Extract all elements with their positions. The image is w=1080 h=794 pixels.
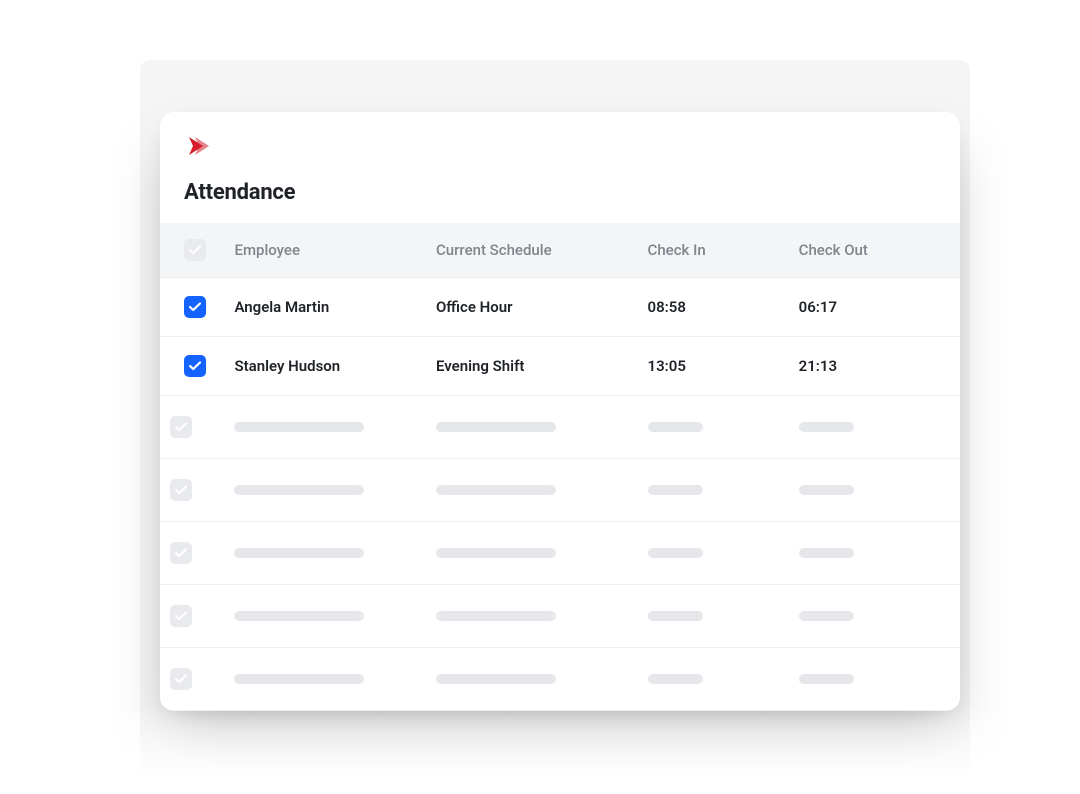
cell-check-in: 08:58	[648, 298, 686, 316]
row-checkbox[interactable]	[170, 416, 192, 438]
check-icon	[175, 611, 187, 621]
col-schedule: Current Schedule	[426, 223, 638, 278]
cell-check-out: 06:17	[799, 298, 837, 316]
skeleton-schedule	[436, 485, 556, 495]
cell-employee: Stanley Hudson	[234, 357, 340, 375]
cell-employee: Angela Martin	[234, 298, 329, 316]
brand-logo	[186, 134, 960, 162]
cell-check-out: 21:13	[799, 357, 837, 375]
table-row-placeholder	[160, 459, 960, 522]
skeleton-schedule	[436, 548, 556, 558]
cell-schedule: Evening Shift	[436, 357, 524, 375]
skeleton-check-in	[648, 422, 703, 432]
col-check-out: Check Out	[789, 223, 960, 278]
col-check-in: Check In	[638, 223, 789, 278]
attendance-table: Employee Current Schedule Check In Check…	[160, 223, 960, 711]
page-title: Attendance	[184, 180, 960, 205]
check-icon	[189, 361, 201, 371]
row-checkbox[interactable]	[184, 296, 206, 318]
check-icon	[189, 302, 201, 312]
skeleton-employee	[234, 674, 364, 684]
table-row-placeholder	[160, 522, 960, 585]
skeleton-schedule	[436, 422, 556, 432]
skeleton-check-in	[648, 485, 703, 495]
row-checkbox[interactable]	[170, 542, 192, 564]
check-icon	[175, 485, 187, 495]
skeleton-employee	[234, 548, 364, 558]
skeleton-employee	[234, 485, 364, 495]
table-header-row: Employee Current Schedule Check In Check…	[160, 223, 960, 278]
col-employee: Employee	[224, 223, 426, 278]
skeleton-check-out	[799, 548, 854, 558]
skeleton-employee	[234, 422, 364, 432]
skeleton-check-in	[648, 674, 703, 684]
table-row-placeholder	[160, 648, 960, 711]
table-row-placeholder	[160, 396, 960, 459]
skeleton-check-in	[648, 548, 703, 558]
attendance-card: Attendance Employee Current Schedule Che…	[160, 112, 960, 711]
skeleton-schedule	[436, 674, 556, 684]
check-icon	[175, 548, 187, 558]
row-checkbox[interactable]	[184, 355, 206, 377]
check-icon	[175, 674, 187, 684]
table-row: Angela Martin Office Hour 08:58 06:17	[160, 278, 960, 337]
skeleton-check-out	[799, 674, 854, 684]
row-checkbox[interactable]	[170, 479, 192, 501]
row-checkbox[interactable]	[170, 605, 192, 627]
cell-check-in: 13:05	[648, 357, 686, 375]
check-icon	[189, 245, 201, 255]
table-row: Stanley Hudson Evening Shift 13:05 21:13	[160, 337, 960, 396]
table-row-placeholder	[160, 585, 960, 648]
row-checkbox[interactable]	[170, 668, 192, 690]
cell-schedule: Office Hour	[436, 298, 513, 316]
skeleton-check-out	[799, 485, 854, 495]
skeleton-employee	[234, 611, 364, 621]
chevron-logo-icon	[186, 134, 214, 158]
select-all-checkbox[interactable]	[184, 239, 206, 261]
skeleton-check-in	[648, 611, 703, 621]
skeleton-check-out	[799, 611, 854, 621]
check-icon	[175, 422, 187, 432]
skeleton-schedule	[436, 611, 556, 621]
skeleton-check-out	[799, 422, 854, 432]
